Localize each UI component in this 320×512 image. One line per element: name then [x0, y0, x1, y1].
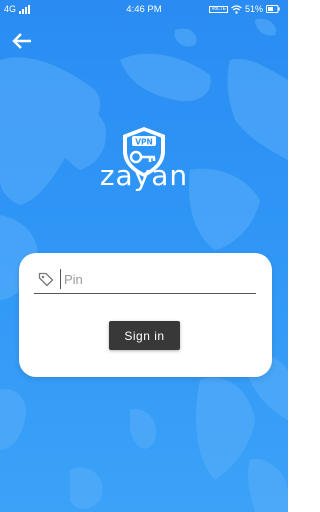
status-bar: 4G 4:46 PM VoLTE 51%: [0, 0, 288, 20]
sign-in-button[interactable]: Sign in: [109, 321, 180, 350]
brand-name: zayan: [99, 159, 189, 192]
wifi-icon: [231, 4, 242, 14]
status-right: VoLTE 51%: [209, 4, 280, 14]
login-screen: 4G 4:46 PM VoLTE 51% VPN zayan Pin Sign …: [0, 0, 288, 512]
tag-icon: [38, 272, 54, 287]
pin-field-row: [34, 267, 256, 294]
back-arrow-icon[interactable]: [11, 32, 33, 50]
battery-icon: [266, 5, 280, 13]
pin-input[interactable]: [60, 269, 254, 289]
volte-badge: VoLTE: [209, 5, 228, 13]
login-card: Sign in: [19, 253, 272, 377]
battery-level: 51%: [244, 4, 263, 14]
vpn-badge-text: VPN: [135, 137, 153, 146]
